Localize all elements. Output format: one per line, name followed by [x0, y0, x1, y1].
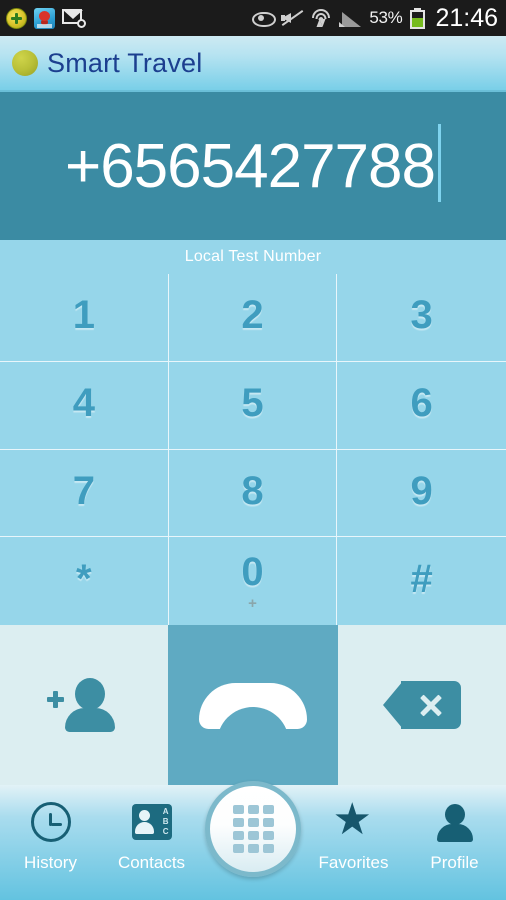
- dialed-number-text: +6565427788: [64, 131, 436, 201]
- abc-letters: ABC: [162, 807, 169, 836]
- key-1[interactable]: 1: [0, 274, 169, 362]
- key-8[interactable]: 8: [168, 449, 338, 538]
- key-5[interactable]: 5: [168, 361, 338, 450]
- app-title-bar: Smart Travel: [0, 36, 506, 92]
- contact-card-icon-box: ABC: [131, 801, 172, 843]
- nav-label: Profile: [430, 853, 479, 872]
- plus-circle-app-icon: [6, 7, 27, 29]
- key-7[interactable]: 7: [0, 449, 169, 538]
- action-row: [0, 625, 506, 785]
- dial-keypad: Local Test Number 1 2 3 4 5 6 7 8 9 * 0 …: [0, 240, 506, 625]
- person-icon: [436, 802, 474, 842]
- email-at-icon: [62, 8, 86, 28]
- key-digit: 4: [72, 381, 95, 426]
- number-wrapper: +6565427788: [64, 124, 442, 208]
- key-9[interactable]: 9: [337, 450, 506, 538]
- key-0[interactable]: 0 +: [169, 537, 338, 625]
- backspace-button[interactable]: [338, 625, 506, 785]
- mute-icon: [281, 9, 304, 27]
- nav-label: Favorites: [318, 853, 389, 872]
- battery-icon: [410, 7, 426, 29]
- key-digit: 9: [410, 468, 433, 513]
- signal-bars-icon: [339, 10, 362, 27]
- key-digit: 5: [241, 381, 264, 426]
- eye-icon: [251, 11, 277, 27]
- key-digit: 6: [410, 381, 433, 426]
- phone-number-display[interactable]: +6565427788: [0, 92, 506, 240]
- phone-handset-icon: [199, 679, 307, 743]
- nav-item-contacts[interactable]: ABC Contacts: [101, 785, 202, 900]
- key-2[interactable]: 2: [168, 274, 338, 362]
- contact-card-icon: ABC: [131, 804, 172, 840]
- key-digit: *: [76, 557, 92, 602]
- key-digit: 8: [241, 468, 264, 513]
- status-bar-left-icons: [6, 7, 86, 29]
- key-digit: 0: [241, 549, 264, 594]
- key-hash[interactable]: #: [337, 537, 506, 625]
- key-star[interactable]: *: [0, 537, 169, 625]
- battery-percent-label: 53%: [369, 8, 403, 27]
- key-digit: #: [410, 557, 433, 602]
- call-button[interactable]: [168, 625, 338, 785]
- status-bar-clock: 21:46: [435, 3, 498, 32]
- status-bar: 53% 21:46: [0, 0, 506, 36]
- key-4[interactable]: 4: [0, 361, 169, 450]
- text-cursor: [438, 124, 442, 202]
- wifi-transfer-icon: [311, 8, 331, 28]
- clock-icon: [30, 802, 71, 842]
- status-bar-right-icons: 53% 21:46: [251, 4, 498, 33]
- add-contact-icon: [45, 674, 123, 736]
- nav-item-history[interactable]: History: [0, 785, 101, 900]
- key-3[interactable]: 3: [337, 274, 506, 362]
- nav-item-profile[interactable]: Profile: [404, 785, 505, 900]
- nav-item-favorites[interactable]: ★ Favorites: [303, 785, 404, 900]
- keypad-hint-label: Local Test Number: [184, 248, 322, 265]
- red-bird-app-icon: [34, 7, 55, 29]
- key-digit: 2: [241, 293, 264, 338]
- nav-label: History: [24, 853, 77, 872]
- key-6[interactable]: 6: [337, 362, 506, 450]
- clock-icon-box: [30, 801, 71, 843]
- page-title: Smart Travel: [47, 47, 203, 78]
- keypad-grid-icon: [232, 805, 274, 853]
- star-icon-box: ★: [332, 795, 375, 844]
- nav-label: Contacts: [117, 853, 186, 872]
- key-sub-plus: +: [248, 594, 257, 612]
- key-digit: 7: [72, 468, 95, 513]
- olive-dot-logo: [12, 50, 38, 76]
- key-digit: 3: [410, 293, 433, 338]
- key-digit: 1: [72, 293, 95, 338]
- add-contact-button[interactable]: [0, 625, 168, 785]
- phone-dialer-screen: 53% 21:46 Smart Travel +6565427788 Local…: [0, 0, 506, 900]
- keypad-grid: 1 2 3 4 5 6 7 8 9 * 0 + #: [0, 274, 506, 625]
- person-icon-box: [436, 801, 474, 843]
- star-icon: ★: [332, 795, 372, 844]
- keypad-dial-button[interactable]: [205, 781, 301, 877]
- backspace-icon: [383, 681, 461, 729]
